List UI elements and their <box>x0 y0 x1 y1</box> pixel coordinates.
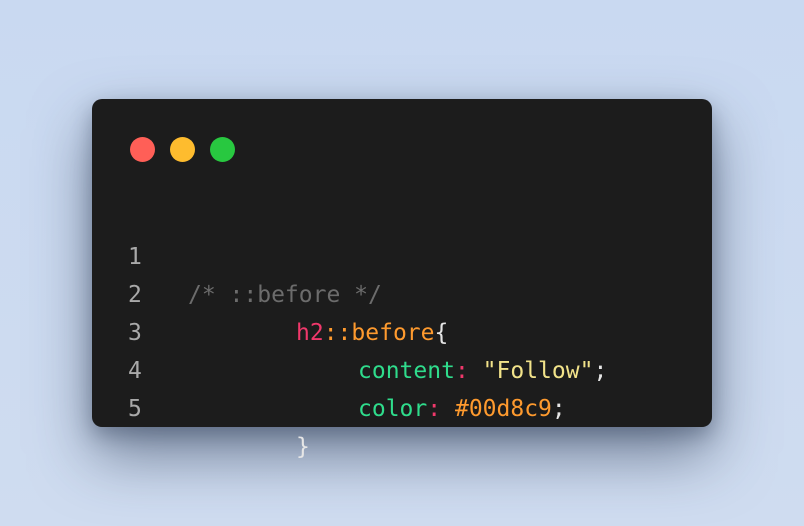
code-line-5: 5 } <box>92 352 712 460</box>
close-dot-icon[interactable] <box>130 137 155 162</box>
semicolon: ; <box>551 396 566 422</box>
css-color-value: #00d8c9 <box>454 396 552 422</box>
code-line-4: 4 color: #00d8c9; <box>92 314 712 422</box>
css-colon: : <box>427 396 442 422</box>
code-line-2: 2 h2::before{ <box>92 238 712 346</box>
code-line-1: 1 /* ::before */ <box>92 200 712 308</box>
close-brace: } <box>296 434 310 460</box>
maximize-dot-icon[interactable] <box>210 137 235 162</box>
code-line-3: 3 content: "Follow"; <box>92 276 712 384</box>
window-controls <box>130 137 235 162</box>
code-window: 1 /* ::before */ 2 h2::before{ 3 content… <box>92 99 712 460</box>
line-number: 5 <box>128 396 142 422</box>
css-property: color <box>358 396 428 422</box>
minimize-dot-icon[interactable] <box>170 137 195 162</box>
code-block: 1 /* ::before */ 2 h2::before{ 3 content… <box>92 200 712 460</box>
